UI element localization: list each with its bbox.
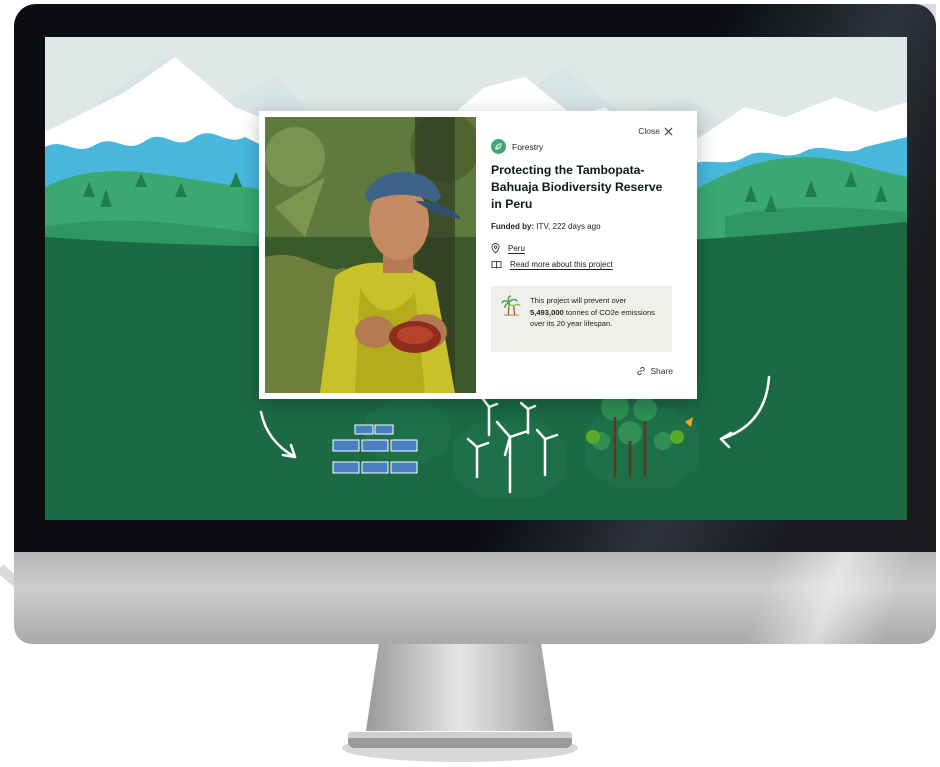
- impact-amount: 5,493,000: [530, 307, 564, 317]
- read-more-link[interactable]: Read more about this project: [510, 260, 613, 269]
- location-row: Peru: [491, 243, 525, 254]
- marketing-mockup: Close Forestry Protecting the Tambopata-…: [0, 0, 940, 767]
- impact-box: This project will prevent over 5,493,000…: [491, 286, 672, 352]
- impact-prefix: This project will prevent over: [530, 296, 627, 305]
- share-button[interactable]: Share: [636, 366, 673, 376]
- book-icon: [491, 260, 502, 269]
- project-modal: Close Forestry Protecting the Tambopata-…: [259, 111, 697, 399]
- category-label: Forestry: [512, 141, 544, 152]
- share-label: Share: [650, 366, 673, 376]
- leaf-icon: [491, 139, 506, 154]
- chin-glare: [696, 552, 936, 644]
- close-icon: [664, 127, 673, 136]
- funded-label: Funded by:: [491, 222, 535, 231]
- location-link[interactable]: Peru: [508, 244, 525, 253]
- funded-by: Funded by: ITV, 222 days ago: [491, 222, 601, 231]
- read-more-row: Read more about this project: [491, 260, 613, 269]
- funded-value: ITV, 222 days ago: [534, 222, 601, 231]
- monitor-stand: [342, 636, 578, 762]
- project-photo: [265, 117, 476, 393]
- project-title: Protecting the Tambopata-Bahuaja Biodive…: [491, 163, 663, 211]
- close-button[interactable]: Close: [638, 126, 673, 136]
- link-icon: [636, 366, 646, 376]
- impact-text: This project will prevent over 5,493,000…: [530, 295, 662, 352]
- close-label: Close: [638, 126, 660, 136]
- farmer-photo-illustration: [265, 117, 476, 393]
- palm-trees-icon: [501, 295, 521, 352]
- category-badge: Forestry: [491, 139, 543, 154]
- project-details: Close Forestry Protecting the Tambopata-…: [491, 111, 697, 399]
- map-pin-icon: [491, 243, 500, 254]
